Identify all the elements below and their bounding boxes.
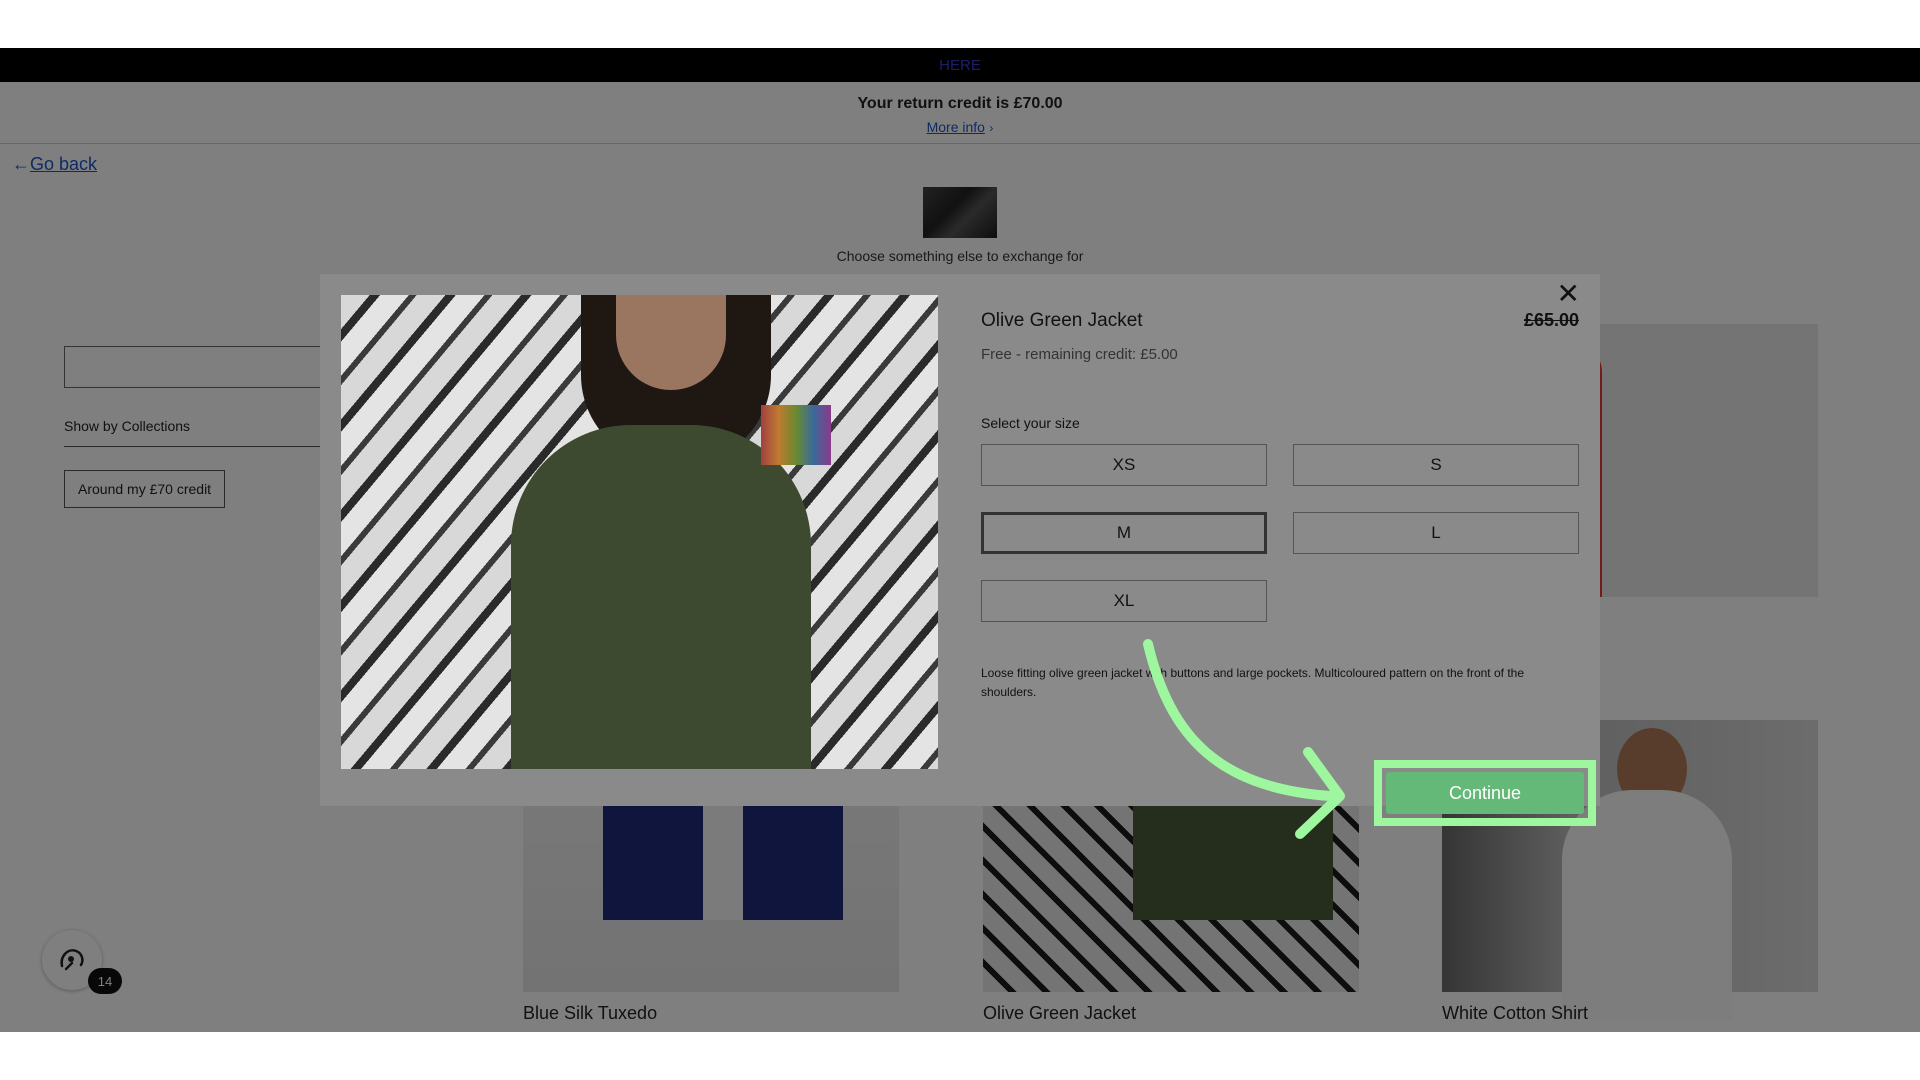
modal-product-image (341, 295, 938, 769)
size-m-button[interactable]: M (981, 512, 1267, 554)
jacket-figure (511, 425, 811, 769)
select-size-label: Select your size (981, 415, 1080, 431)
page-frame: HERE Your return credit is £70.00 More i… (0, 48, 1920, 1032)
close-icon[interactable]: ✕ (1557, 280, 1580, 308)
modal-product-description: Loose fitting olive green jacket with bu… (981, 666, 1524, 699)
size-xl-button[interactable]: XL (981, 580, 1267, 622)
continue-button[interactable]: Continue (1386, 772, 1584, 814)
jacket-pattern (761, 405, 831, 465)
modal-original-price: £65.00 (1523, 310, 1579, 330)
size-s-button[interactable]: S (1293, 444, 1579, 486)
modal-product-title: Olive Green Jacket (981, 310, 1143, 331)
modal-free-text: Free - remaining credit: £5.00 (981, 346, 1178, 363)
size-xs-button[interactable]: XS (981, 444, 1267, 486)
size-l-button[interactable]: L (1293, 512, 1579, 554)
product-modal: Olive Green Jacket £65.00 ✕ Free - remai… (320, 274, 1600, 826)
